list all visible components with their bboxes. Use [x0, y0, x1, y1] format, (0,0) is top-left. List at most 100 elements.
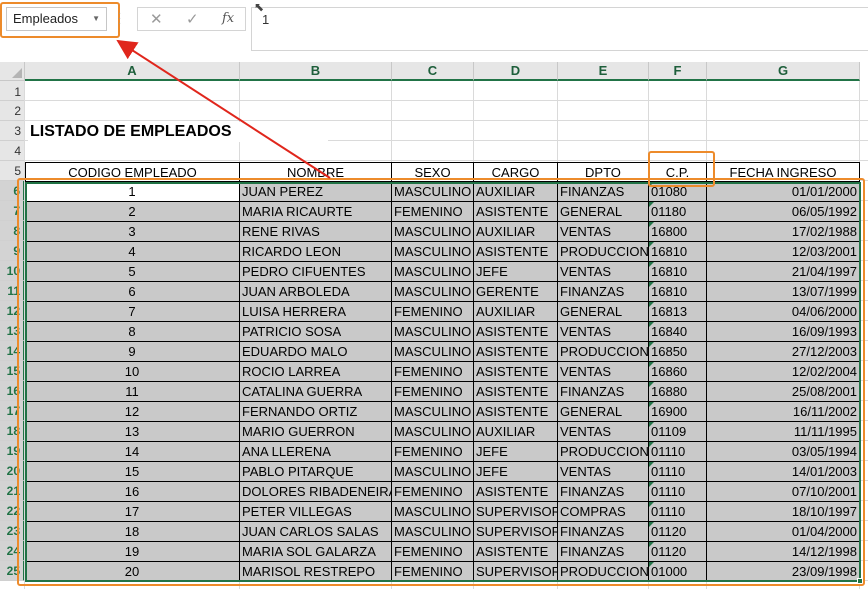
table-cell[interactable]: GENERAL: [558, 302, 649, 322]
table-cell[interactable]: 14/12/1998: [707, 542, 860, 562]
table-cell[interactable]: PRODUCCION: [558, 242, 649, 262]
table-cell[interactable]: MASCULINO: [392, 422, 474, 442]
column-header-b[interactable]: B: [240, 62, 392, 81]
table-cell[interactable]: VENTAS: [558, 222, 649, 242]
table-cell[interactable]: 11/11/1995: [707, 422, 860, 442]
table-cell[interactable]: 01110: [649, 482, 707, 502]
row-header-23[interactable]: 23: [0, 521, 25, 541]
table-row[interactable]: 16 DOLORES RIBADENEIRA FEMENINO ASISTENTE FI…: [25, 482, 860, 502]
row-header-5[interactable]: 5: [0, 161, 25, 181]
row-header-15[interactable]: 15: [0, 361, 25, 381]
table-cell[interactable]: VENTAS: [558, 362, 649, 382]
table-cell[interactable]: RICARDO LEON: [240, 242, 392, 262]
row-header-14[interactable]: 14: [0, 341, 25, 361]
table-cell[interactable]: FEMENINO: [392, 202, 474, 222]
table-cell[interactable]: 18/10/1997: [707, 502, 860, 522]
table-cell[interactable]: ASISTENTE: [474, 342, 558, 362]
table-cell[interactable]: FEMENINO: [392, 382, 474, 402]
row-header-19[interactable]: 19: [0, 441, 25, 461]
table-cell[interactable]: 12: [25, 402, 240, 422]
column-header-f[interactable]: F: [649, 62, 707, 81]
table-cell[interactable]: ASISTENTE: [474, 482, 558, 502]
table-cell[interactable]: 01109: [649, 422, 707, 442]
table-cell[interactable]: 3: [25, 222, 240, 242]
table-row[interactable]: 2 MARIA RICAURTE FEMENINO ASISTENTE GENERAL 0…: [25, 202, 860, 222]
table-cell[interactable]: 01000: [649, 562, 707, 582]
row-header-6[interactable]: 6: [0, 181, 25, 201]
table-cell[interactable]: 5: [25, 262, 240, 282]
table-cell[interactable]: 6: [25, 282, 240, 302]
table-cell[interactable]: PRODUCCION: [558, 562, 649, 582]
table-cell[interactable]: 15: [25, 462, 240, 482]
table-cell[interactable]: AUXILIAR: [474, 302, 558, 322]
table-cell[interactable]: ASISTENTE: [474, 362, 558, 382]
row-header-7[interactable]: 7: [0, 201, 25, 221]
table-cell[interactable]: 12/02/2004: [707, 362, 860, 382]
table-cell[interactable]: 01/04/2000: [707, 522, 860, 542]
table-cell[interactable]: 04/06/2000: [707, 302, 860, 322]
table-cell[interactable]: AUXILIAR: [474, 422, 558, 442]
table-row[interactable]: 8 PATRICIO SOSA MASCULINO ASISTENTE VENTAS 16…: [25, 322, 860, 342]
table-row[interactable]: 17 PETER VILLEGAS MASCULINO SUPERVISOR COMPR…: [25, 502, 860, 522]
table-cell[interactable]: MARIO GUERRON: [240, 422, 392, 442]
row-header-18[interactable]: 18: [0, 421, 25, 441]
row-header-12[interactable]: 12: [0, 301, 25, 321]
table-cell[interactable]: VENTAS: [558, 422, 649, 442]
table-cell[interactable]: 20: [25, 562, 240, 582]
table-cell[interactable]: 18: [25, 522, 240, 542]
table-cell[interactable]: MASCULINO: [392, 242, 474, 262]
table-cell[interactable]: FEMENINO: [392, 542, 474, 562]
table-cell[interactable]: PRODUCCION: [558, 342, 649, 362]
table-cell[interactable]: 14: [25, 442, 240, 462]
table-cell[interactable]: 07/10/2001: [707, 482, 860, 502]
table-cell[interactable]: 01110: [649, 502, 707, 522]
table-cell[interactable]: 16810: [649, 242, 707, 262]
table-row[interactable]: 11 CATALINA GUERRA FEMENINO ASISTENTE FINANZ…: [25, 382, 860, 402]
table-cell[interactable]: 16800: [649, 222, 707, 242]
table-cell[interactable]: MASCULINO: [392, 462, 474, 482]
table-cell[interactable]: ASISTENTE: [474, 402, 558, 422]
table-row[interactable]: 9 EDUARDO MALO MASCULINO ASISTENTE PRODUCCIO…: [25, 342, 860, 362]
table-cell[interactable]: 12/03/2001: [707, 242, 860, 262]
table-cell[interactable]: 8: [25, 322, 240, 342]
table-cell[interactable]: FEMENINO: [392, 482, 474, 502]
table-cell[interactable]: PRODUCCION: [558, 442, 649, 462]
table-cell[interactable]: MARISOL RESTREPO: [240, 562, 392, 582]
table-cell[interactable]: PABLO PITARQUE: [240, 462, 392, 482]
table-cell[interactable]: VENTAS: [558, 322, 649, 342]
table-cell[interactable]: 14/01/2003: [707, 462, 860, 482]
table-cell[interactable]: JUAN PEREZ: [240, 182, 392, 202]
table-cell[interactable]: FINANZAS: [558, 482, 649, 502]
column-title[interactable]: FECHA INGRESO: [707, 162, 860, 182]
table-cell[interactable]: 13/07/1999: [707, 282, 860, 302]
table-cell[interactable]: COMPRAS: [558, 502, 649, 522]
table-cell[interactable]: 4: [25, 242, 240, 262]
spreadsheet-grid[interactable]: A B C D E F G 1 2 3 4 5 6 7 8 9 10 11 12 13 14 15 16 17 18 19 20 21…: [0, 0, 868, 589]
table-cell[interactable]: ASISTENTE: [474, 322, 558, 342]
table-cell[interactable]: MASCULINO: [392, 182, 474, 202]
table-cell[interactable]: JEFE: [474, 462, 558, 482]
table-cell[interactable]: 16840: [649, 322, 707, 342]
table-cell[interactable]: FINANZAS: [558, 382, 649, 402]
row-header-3[interactable]: 3: [0, 121, 25, 141]
table-cell[interactable]: 01120: [649, 542, 707, 562]
row-header-10[interactable]: 10: [0, 261, 25, 281]
table-cell[interactable]: MASCULINO: [392, 502, 474, 522]
table-cell[interactable]: FINANZAS: [558, 542, 649, 562]
column-header-e[interactable]: E: [558, 62, 649, 81]
table-cell[interactable]: 16: [25, 482, 240, 502]
table-cell[interactable]: FERNANDO ORTIZ: [240, 402, 392, 422]
table-cell[interactable]: 01120: [649, 522, 707, 542]
table-cell[interactable]: 03/05/1994: [707, 442, 860, 462]
table-cell[interactable]: MASCULINO: [392, 282, 474, 302]
table-cell[interactable]: PEDRO CIFUENTES: [240, 262, 392, 282]
table-cell[interactable]: 16810: [649, 262, 707, 282]
table-cell[interactable]: EDUARDO MALO: [240, 342, 392, 362]
table-cell[interactable]: 01110: [649, 442, 707, 462]
table-row[interactable]: 14 ANA LLERENA FEMENINO JEFE PRODUCCION 01110…: [25, 442, 860, 462]
table-cell[interactable]: 01110: [649, 462, 707, 482]
table-cell[interactable]: ASISTENTE: [474, 242, 558, 262]
row-header-8[interactable]: 8: [0, 221, 25, 241]
table-cell[interactable]: 19: [25, 542, 240, 562]
table-cell[interactable]: FINANZAS: [558, 522, 649, 542]
